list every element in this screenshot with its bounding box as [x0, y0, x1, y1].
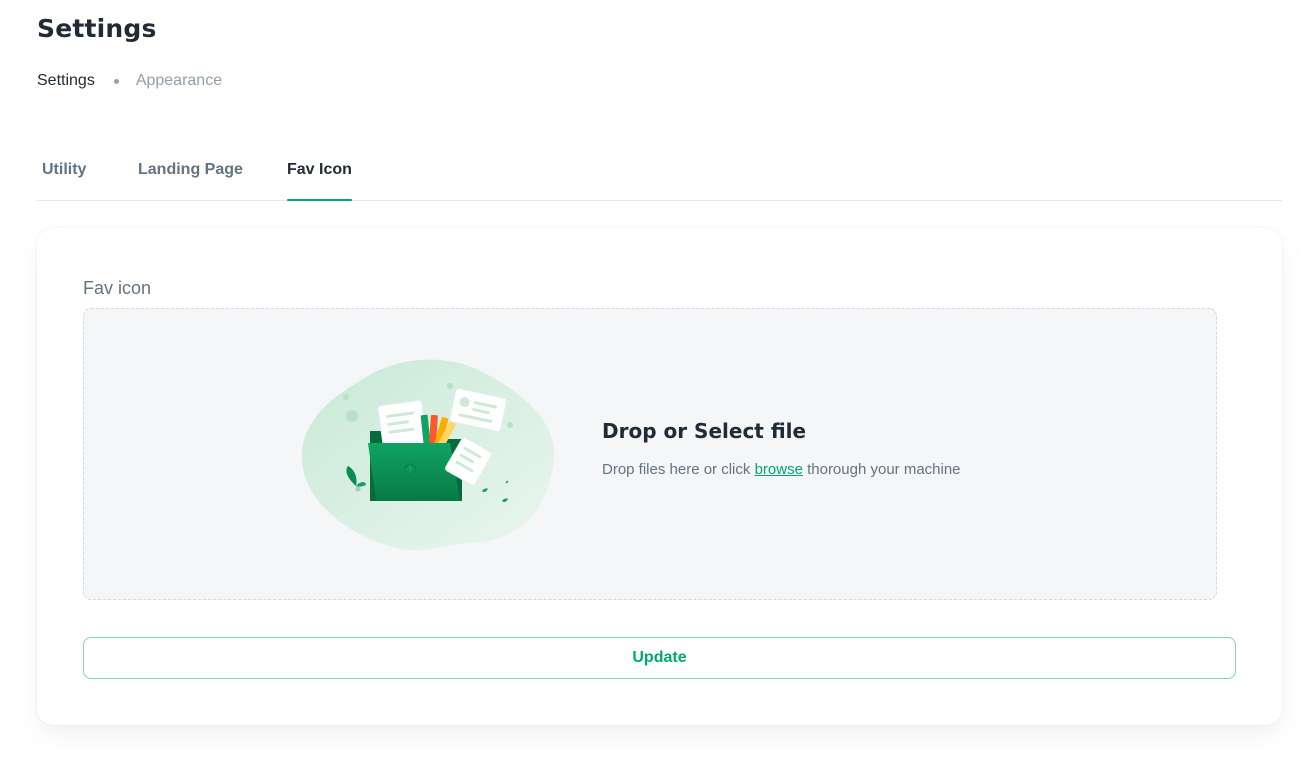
dropzone-text: Drop or Select file Drop files here or c… [602, 419, 961, 478]
breadcrumb-settings[interactable]: Settings [37, 72, 95, 90]
page-title: Settings [37, 14, 157, 43]
settings-page: Settings Settings Appearance Utility Lan… [0, 0, 1315, 768]
breadcrumb-separator [113, 78, 119, 84]
fav-icon-label: Fav icon [83, 278, 152, 298]
fav-icon-card: Fav icon Drop or Select file Drop files … [37, 228, 1282, 725]
dropzone-subtitle-after: thorough your machine [802, 461, 961, 478]
tab-fav-icon[interactable]: Fav Icon [287, 161, 352, 201]
browse-link[interactable]: browse [755, 461, 803, 478]
dropzone-subtitle: Drop files here or click browse thorough… [602, 461, 961, 478]
dropzone-title: Drop or Select file [602, 419, 807, 443]
file-dropzone[interactable]: Drop or Select file Drop files here or c… [83, 308, 1217, 600]
tab-landing-page[interactable]: Landing Page [138, 161, 243, 201]
breadcrumb-appearance: Appearance [135, 72, 223, 89]
tab-utility[interactable]: Utility [42, 161, 86, 201]
settings-tabs: Utility Landing Page Fav Icon [37, 150, 1282, 201]
dropzone-subtitle-before: Drop files here or click [602, 461, 755, 478]
update-button[interactable]: Update [83, 637, 1236, 679]
upload-folder-illustration [301, 359, 555, 551]
breadcrumb: Settings Appearance [37, 72, 222, 90]
